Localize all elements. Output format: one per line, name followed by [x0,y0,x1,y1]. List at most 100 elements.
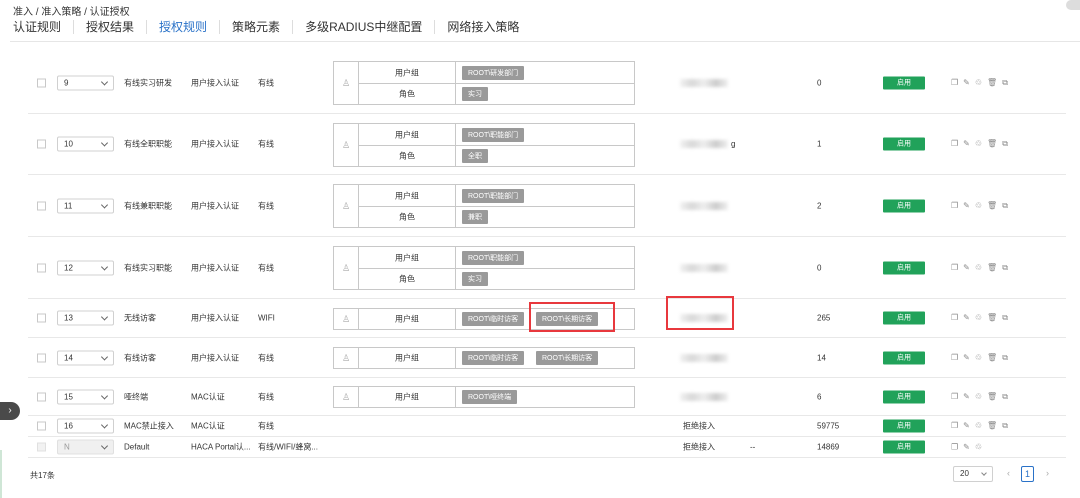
clipboard-icon[interactable]: ⧉ [1002,392,1008,402]
priority-select[interactable]: 9 [57,75,114,90]
copy-icon[interactable]: ❐ [951,353,958,363]
role-tag: 全职 [462,149,488,163]
edit-icon[interactable]: ✎ [963,313,970,323]
copy-icon[interactable]: ❐ [951,78,958,88]
trash-icon[interactable]: 🗑 [987,313,997,323]
priority-select[interactable]: 16 [57,418,114,434]
auth-result: 拒绝接入 [683,442,715,452]
clipboard-icon[interactable]: ⧉ [1002,139,1008,149]
trash-icon[interactable]: 🗑 [987,421,997,431]
next-page-button[interactable]: › [1041,466,1054,482]
connection-type: 有线 [258,139,274,149]
trash-icon[interactable]: 🗑 [987,201,997,211]
status-badge[interactable]: 启用 [883,390,925,403]
status-badge[interactable]: 启用 [883,351,925,364]
row-checkbox[interactable] [37,353,46,362]
row-checkbox[interactable] [37,201,46,210]
status-badge[interactable]: 启用 [883,199,925,212]
edit-icon[interactable]: ✎ [963,139,970,149]
copy-icon[interactable]: ❐ [951,392,958,402]
redacted-result [680,78,728,87]
role-label: 角色 [399,151,415,161]
table-row: 10 有线全职职能 用户接入认证 有线 ♙ 用户组 ROOT\职能部门 角色 全职 g 1 启用 ❐ ✎ ♲… [28,114,1066,175]
redacted-result [680,263,728,272]
delete-icon[interactable]: ♲ [975,392,982,402]
edit-icon[interactable]: ✎ [963,201,970,211]
connection-type: 有线 [258,201,274,210]
status-badge[interactable]: 启用 [883,311,925,325]
delete-icon[interactable]: ♲ [975,443,982,452]
trash-icon[interactable]: 🗑 [987,263,997,273]
tab-radius-relay[interactable]: 多级RADIUS中继配置 [305,20,436,34]
trash-icon[interactable]: 🗑 [987,392,997,402]
status-badge[interactable]: 启用 [883,137,925,151]
priority-select[interactable]: 13 [57,310,114,326]
priority-select[interactable]: 14 [57,350,114,365]
role-line: 角色 实习 [359,268,634,289]
clipboard-icon[interactable]: ⧉ [1002,201,1008,211]
status-badge[interactable]: 启用 [883,419,925,433]
clipboard-icon[interactable]: ⧉ [1002,263,1008,273]
priority-select[interactable]: 11 [57,198,114,213]
role-line: 角色 全职 [359,145,634,166]
delete-icon[interactable]: ♲ [975,201,982,211]
tab-auth-policies[interactable]: 授权规则 [159,20,221,34]
edit-icon[interactable]: ✎ [963,421,970,431]
clipboard-icon[interactable]: ⧉ [1002,78,1008,88]
tab-auth-results[interactable]: 授权结果 [86,20,148,34]
status-badge[interactable]: 启用 [883,76,925,89]
priority-select[interactable]: 12 [57,260,114,275]
trash-icon[interactable]: 🗑 [987,78,997,88]
sidebar-expand-icon[interactable]: › [0,402,20,420]
row-checkbox[interactable] [37,313,46,323]
edit-icon[interactable]: ✎ [963,443,970,452]
row-actions: ❐ ✎ ♲ 🗑 ⧉ [951,313,1008,323]
prev-page-button[interactable]: ‹ [1002,466,1015,482]
hit-count: 6 [817,392,822,401]
priority-select[interactable]: 10 [57,136,114,152]
copy-icon[interactable]: ❐ [951,201,958,211]
page-number-button[interactable]: 1 [1021,466,1034,482]
row-actions: ❐ ✎ ♲ [951,443,982,452]
delete-icon[interactable]: ♲ [975,263,982,273]
clipboard-icon[interactable]: ⧉ [1002,313,1008,323]
row-checkbox[interactable] [37,78,46,87]
copy-icon[interactable]: ❐ [951,313,958,323]
clipboard-icon[interactable]: ⧉ [1002,353,1008,363]
edit-icon[interactable]: ✎ [963,78,970,88]
copy-icon[interactable]: ❐ [951,443,958,452]
copy-icon[interactable]: ❐ [951,139,958,149]
trash-icon[interactable]: 🗑 [987,353,997,363]
delete-icon[interactable]: ♲ [975,78,982,88]
row-actions: ❐ ✎ ♲ 🗑 ⧉ [951,201,1008,211]
trash-icon[interactable]: 🗑 [987,139,997,149]
tab-auth-rules[interactable]: 认证规则 [13,20,75,34]
row-checkbox[interactable] [37,263,46,272]
priority-select[interactable]: 15 [57,389,114,404]
edit-icon[interactable]: ✎ [963,392,970,402]
highlight-box-tag [529,302,615,332]
delete-icon[interactable]: ♲ [975,353,982,363]
page-size-select[interactable]: 20 [953,466,993,482]
tab-policy-elements[interactable]: 策略元素 [232,20,294,34]
condition-box: ♙ 用户组 ROOT\哑终端 [333,386,635,408]
row-checkbox[interactable] [37,421,46,431]
clipboard-icon[interactable]: ⧉ [1002,421,1008,431]
edit-icon[interactable]: ✎ [963,263,970,273]
rule-name: MAC禁止接入 [124,421,174,431]
copy-icon[interactable]: ❐ [951,263,958,273]
auth-type: 用户接入认证 [191,263,239,272]
status-badge[interactable]: 启用 [883,440,925,454]
user-icon: ♙ [341,391,351,402]
delete-icon[interactable]: ♲ [975,313,982,323]
breadcrumb: 准入 / 准入策略 / 认证授权 [13,7,130,18]
row-checkbox[interactable] [37,392,46,401]
tab-network-access[interactable]: 网络接入策略 [447,20,531,34]
edit-icon[interactable]: ✎ [963,353,970,363]
delete-icon[interactable]: ♲ [975,139,982,149]
side-strip [0,450,2,498]
status-badge[interactable]: 启用 [883,261,925,274]
copy-icon[interactable]: ❐ [951,421,958,431]
row-checkbox[interactable] [37,139,46,149]
delete-icon[interactable]: ♲ [975,421,982,431]
